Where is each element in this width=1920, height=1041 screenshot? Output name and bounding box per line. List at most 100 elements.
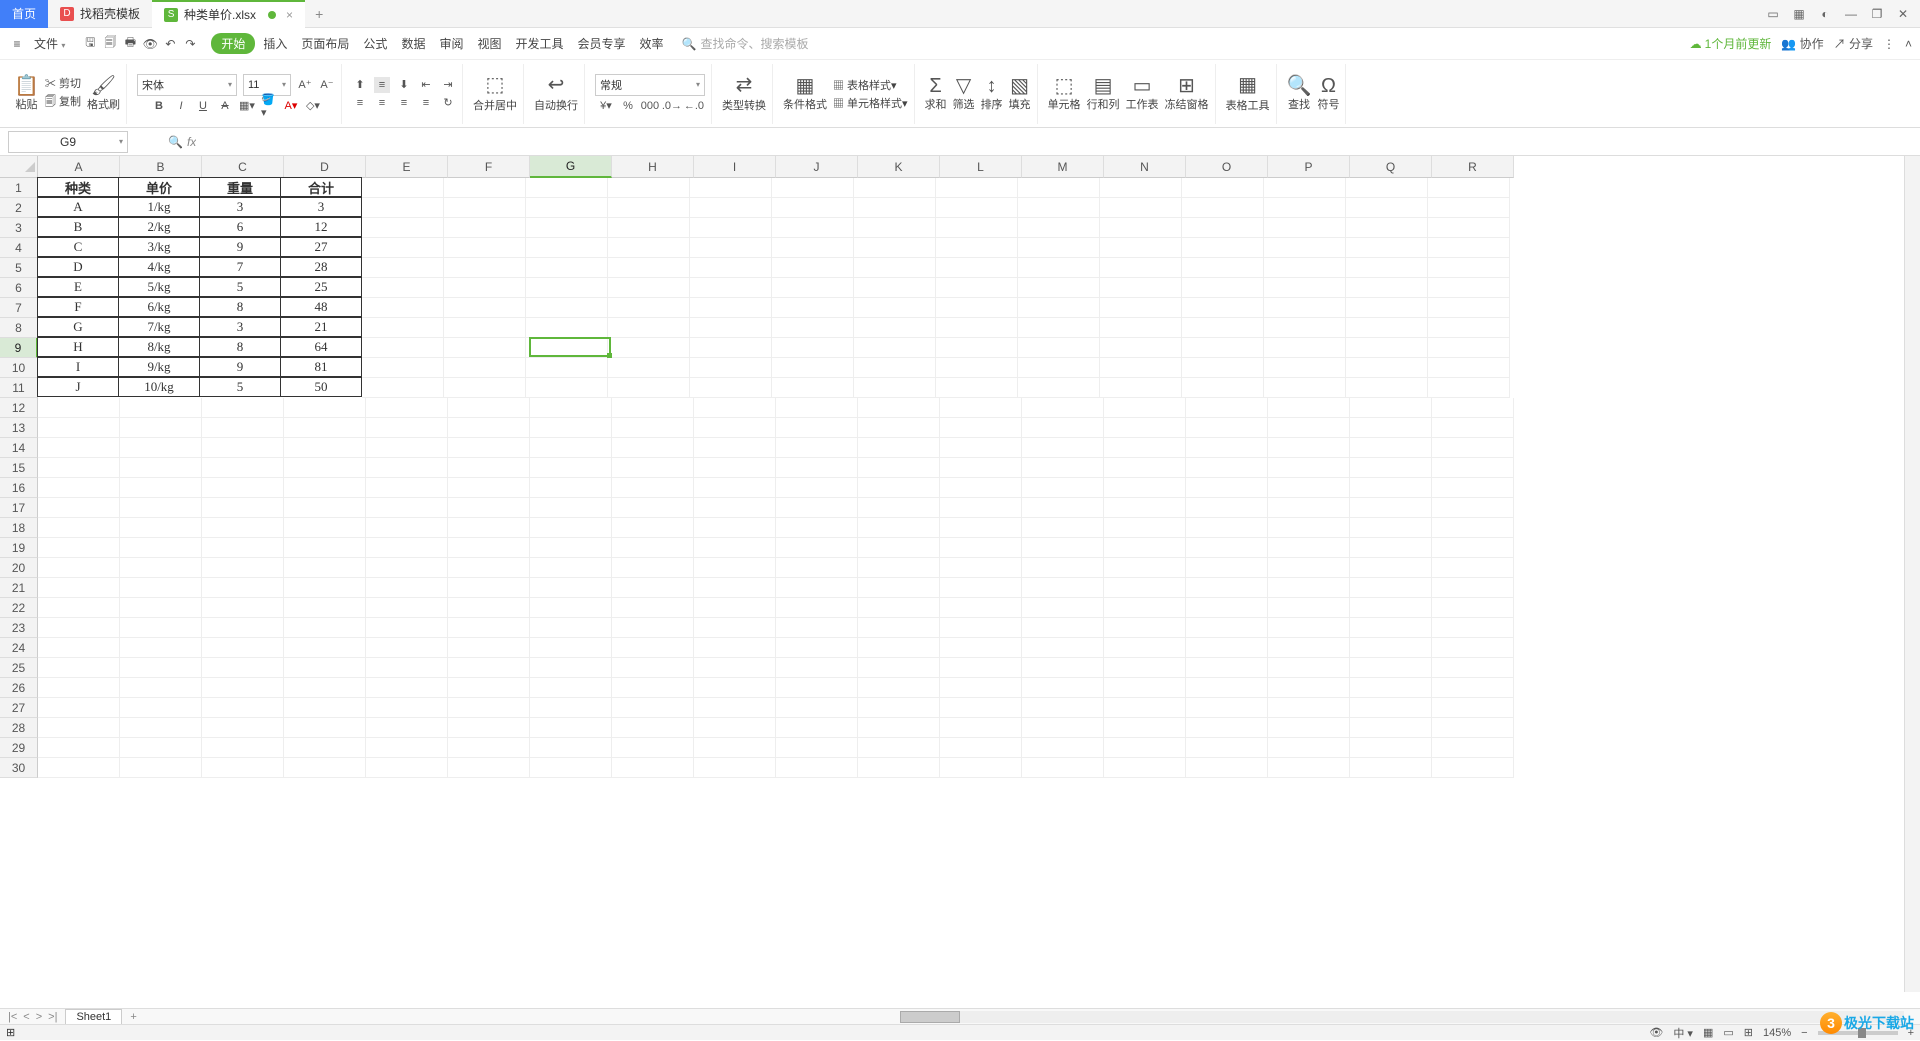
cell[interactable] — [284, 718, 366, 738]
preview-icon[interactable]: 👁 — [141, 35, 159, 53]
row-header-13[interactable]: 13 — [0, 418, 38, 438]
cell[interactable] — [608, 378, 690, 398]
cell[interactable] — [612, 418, 694, 438]
row-header-8[interactable]: 8 — [0, 318, 38, 338]
select-all-corner[interactable] — [0, 156, 38, 178]
view-break-icon[interactable]: ⊞ — [1744, 1026, 1753, 1039]
cell[interactable] — [1264, 218, 1346, 238]
cell[interactable] — [1022, 498, 1104, 518]
cell[interactable] — [608, 358, 690, 378]
cell[interactable] — [690, 338, 772, 358]
column-header-M[interactable]: M — [1022, 156, 1104, 178]
ribbon-tab-start[interactable]: 开始 — [211, 33, 255, 54]
cell[interactable] — [858, 538, 940, 558]
cell[interactable] — [366, 558, 448, 578]
cell[interactable] — [608, 278, 690, 298]
cell[interactable] — [366, 618, 448, 638]
cell[interactable] — [772, 338, 854, 358]
align-left-icon[interactable]: ≡ — [352, 95, 368, 111]
cell[interactable] — [448, 498, 530, 518]
cell[interactable] — [690, 178, 772, 198]
cell[interactable] — [858, 558, 940, 578]
ribbon-tab-dev[interactable]: 开发工具 — [509, 31, 569, 56]
cell[interactable] — [1268, 658, 1350, 678]
cell[interactable] — [940, 558, 1022, 578]
cell[interactable]: 3 — [199, 317, 281, 337]
cell[interactable] — [612, 598, 694, 618]
cell[interactable] — [608, 218, 690, 238]
cell[interactable] — [694, 478, 776, 498]
cell[interactable] — [448, 478, 530, 498]
ime-icon[interactable]: 中 ▾ — [1673, 1025, 1693, 1041]
share-button[interactable]: ↗ 分享 — [1834, 35, 1873, 52]
cell[interactable] — [284, 538, 366, 558]
font-shrink-icon[interactable]: A⁻ — [319, 77, 335, 93]
cell[interactable] — [694, 458, 776, 478]
cell[interactable]: 8 — [199, 297, 281, 317]
cell[interactable] — [366, 438, 448, 458]
column-header-H[interactable]: H — [612, 156, 694, 178]
cell[interactable] — [612, 458, 694, 478]
cell[interactable] — [1346, 258, 1428, 278]
cell[interactable] — [284, 658, 366, 678]
cell[interactable] — [1104, 718, 1186, 738]
cell[interactable] — [612, 638, 694, 658]
cell[interactable] — [1182, 238, 1264, 258]
cell[interactable] — [202, 758, 284, 778]
cell[interactable] — [612, 718, 694, 738]
filter-icon[interactable]: ▽ — [956, 76, 971, 96]
cell[interactable] — [940, 618, 1022, 638]
cell[interactable] — [608, 198, 690, 218]
row-header-27[interactable]: 27 — [0, 698, 38, 718]
cell[interactable] — [772, 318, 854, 338]
cell[interactable] — [1100, 278, 1182, 298]
cell[interactable] — [1104, 658, 1186, 678]
cell[interactable] — [936, 318, 1018, 338]
cell[interactable] — [1350, 478, 1432, 498]
cell[interactable] — [694, 598, 776, 618]
cell[interactable] — [526, 198, 608, 218]
cell[interactable] — [448, 638, 530, 658]
cell[interactable] — [1268, 578, 1350, 598]
cell[interactable] — [448, 518, 530, 538]
cell[interactable] — [120, 398, 202, 418]
cell[interactable] — [1022, 438, 1104, 458]
cell[interactable] — [38, 638, 120, 658]
cell[interactable] — [772, 238, 854, 258]
sum-icon[interactable]: Σ — [929, 76, 941, 96]
cell[interactable] — [284, 618, 366, 638]
cell[interactable] — [530, 698, 612, 718]
clear-format-button[interactable]: ◇▾ — [305, 98, 321, 114]
cell[interactable] — [1428, 198, 1510, 218]
cell[interactable] — [608, 238, 690, 258]
cell[interactable] — [694, 558, 776, 578]
cell[interactable] — [448, 558, 530, 578]
cell[interactable] — [1432, 678, 1514, 698]
cell[interactable] — [776, 638, 858, 658]
number-format-select[interactable]: 常规▾ — [595, 74, 705, 96]
cell[interactable] — [1346, 178, 1428, 198]
cell[interactable] — [120, 718, 202, 738]
undo-icon[interactable]: ↶ — [161, 35, 179, 53]
layout-icon[interactable]: ▭ — [1766, 7, 1780, 21]
cell[interactable] — [1022, 538, 1104, 558]
row-header-5[interactable]: 5 — [0, 258, 38, 278]
cell[interactable] — [202, 738, 284, 758]
cell[interactable] — [858, 698, 940, 718]
cell[interactable] — [38, 518, 120, 538]
cell[interactable] — [1018, 218, 1100, 238]
cell[interactable] — [1432, 538, 1514, 558]
cell[interactable] — [38, 398, 120, 418]
cell[interactable]: 3 — [199, 197, 281, 217]
row-header-23[interactable]: 23 — [0, 618, 38, 638]
cell[interactable] — [448, 618, 530, 638]
cell[interactable] — [448, 658, 530, 678]
column-header-G[interactable]: G — [530, 156, 612, 178]
cell[interactable] — [366, 418, 448, 438]
column-header-D[interactable]: D — [284, 156, 366, 178]
sheet-next-icon[interactable]: > — [36, 1011, 42, 1023]
cell[interactable] — [1264, 298, 1346, 318]
row-header-22[interactable]: 22 — [0, 598, 38, 618]
cell[interactable] — [1100, 298, 1182, 318]
ribbon-tab-data[interactable]: 数据 — [395, 31, 431, 56]
